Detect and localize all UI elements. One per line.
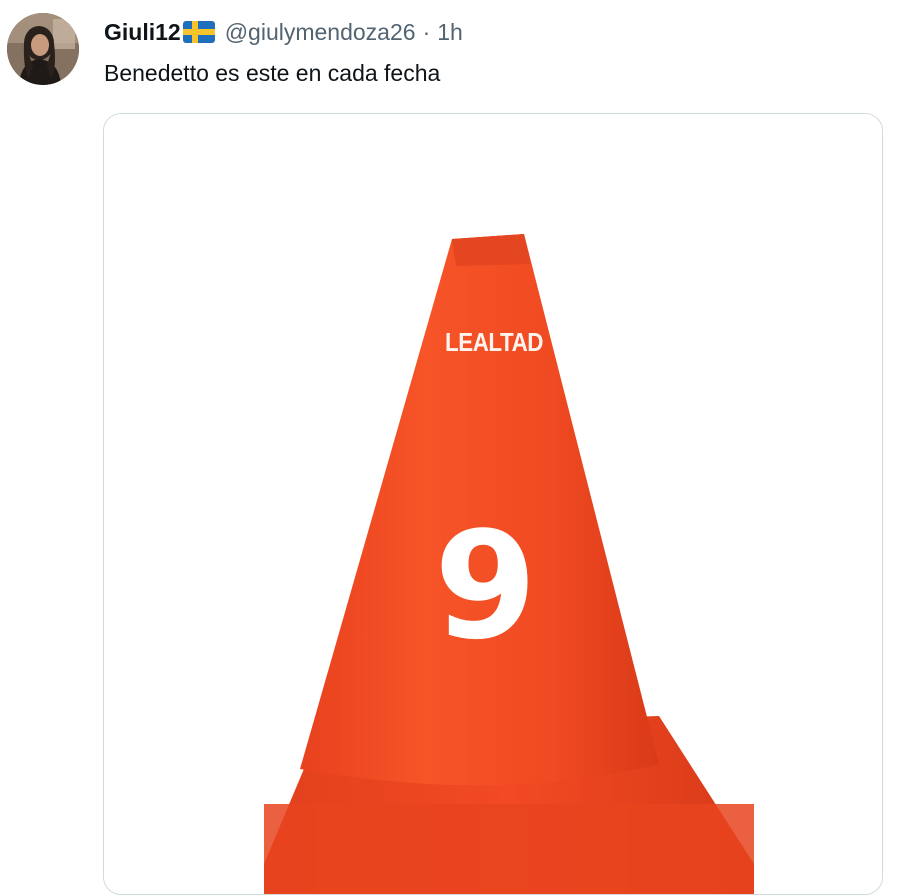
tweet-header: Giuli12 @giulymendoza26 · 1h (104, 16, 463, 48)
sweden-flag-icon (182, 21, 215, 43)
display-name[interactable]: Giuli12 (104, 16, 181, 48)
avatar[interactable] (7, 13, 79, 85)
separator-dot: · (422, 19, 431, 45)
cone-caption: LEALTAD (445, 327, 544, 357)
tweet-text: Benedetto es este en cada fecha (104, 60, 441, 86)
avatar-image (7, 13, 79, 85)
cone-number: 9 (434, 500, 537, 672)
tweet: Giuli12 @giulymendoza26 · 1h Benedetto e… (0, 0, 900, 895)
timestamp[interactable]: 1h (437, 16, 463, 48)
handle[interactable]: @giulymendoza26 (225, 16, 416, 48)
tweet-media[interactable]: LEALTAD 9 (103, 113, 883, 895)
